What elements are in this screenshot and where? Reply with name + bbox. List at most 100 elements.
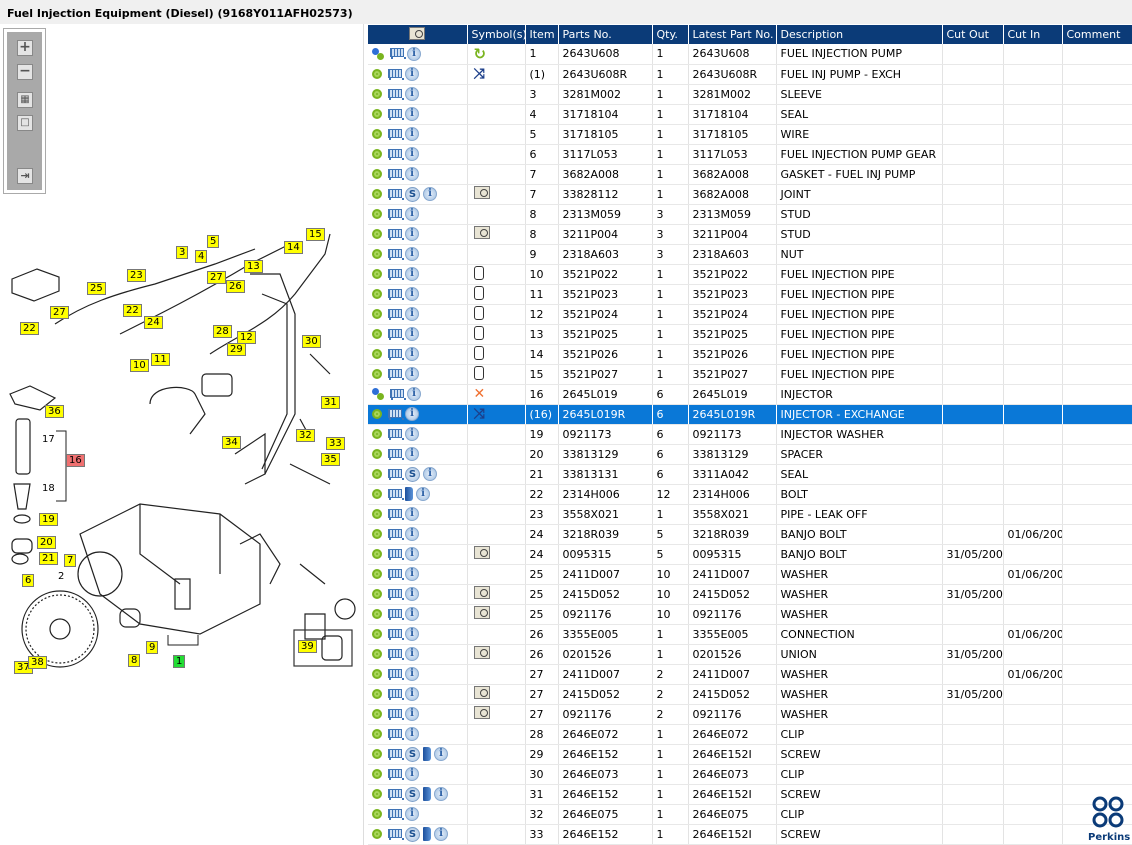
table-row[interactable]: i ↻ 1 2643U608 1 2643U608 FUEL INJECTION PUMP <box>368 44 1132 65</box>
table-row[interactable]: i272411D00722411D007WASHER01/06/2003 <box>368 664 1132 685</box>
shopping-cart-icon[interactable] <box>385 148 404 161</box>
callout-27[interactable]: 27 <box>50 306 69 319</box>
callout-28[interactable]: 28 <box>213 325 232 338</box>
callout-34[interactable]: 34 <box>222 436 241 449</box>
callout-31[interactable]: 31 <box>321 396 340 409</box>
shopping-cart-icon[interactable] <box>385 648 404 661</box>
column-header-cut-in[interactable]: Cut In <box>1003 25 1063 44</box>
book-search-icon[interactable] <box>473 706 490 719</box>
info-icon[interactable]: i <box>405 167 419 181</box>
manual-icon[interactable] <box>405 487 413 501</box>
shopping-cart-icon[interactable] <box>385 768 404 781</box>
book-search-icon[interactable] <box>473 686 490 699</box>
info-icon[interactable]: i <box>405 367 419 381</box>
callout-26[interactable]: 26 <box>226 280 245 293</box>
book-search-icon[interactable] <box>473 226 490 239</box>
callout-23[interactable]: 23 <box>127 269 146 282</box>
shopping-cart-icon[interactable] <box>385 108 404 121</box>
table-row[interactable]: i ⤨ (1) 2643U608R 1 2643U608R FUEL INJ PUMP - … <box>368 64 1132 85</box>
table-row[interactable]: i 8 2313M059 3 2313M059 STUD <box>368 204 1132 225</box>
info-icon[interactable]: i <box>405 307 419 321</box>
export-button[interactable]: ⇥ <box>17 168 33 184</box>
column-header-item[interactable]: Item <box>525 25 559 44</box>
column-header-comment[interactable]: Comment <box>1062 25 1132 44</box>
service-s-icon[interactable]: S <box>405 826 420 842</box>
table-row[interactable]: i 14 3521P026 1 3521P026 FUEL INJECTION PIPE <box>368 344 1132 365</box>
service-s-icon[interactable]: S <box>405 786 420 802</box>
callout-6[interactable]: 6 <box>22 574 35 587</box>
callout-39[interactable]: 39 <box>298 640 317 653</box>
callout-22[interactable]: 22 <box>123 304 142 317</box>
shopping-cart-icon[interactable] <box>385 828 404 841</box>
manual-icon[interactable] <box>423 747 431 761</box>
info-icon[interactable]: i <box>405 147 419 161</box>
shopping-cart-icon[interactable] <box>385 88 404 101</box>
callout-19[interactable]: 19 <box>39 513 58 526</box>
callout-3[interactable]: 3 <box>176 246 189 259</box>
shopping-cart-icon[interactable] <box>385 488 404 501</box>
table-row[interactable]: Si 31 2646E152 1 2646E152I SCREW <box>368 784 1132 805</box>
table-row[interactable]: i 10 3521P022 1 3521P022 FUEL INJECTION PIPE <box>368 264 1132 285</box>
shopping-cart-icon[interactable] <box>385 448 404 461</box>
shopping-cart-icon[interactable] <box>387 47 406 60</box>
callout-15[interactable]: 15 <box>306 228 325 241</box>
table-row[interactable]: Si 21 33813131 6 3311A042 SEAL <box>368 464 1132 485</box>
callout-24[interactable]: 24 <box>144 316 163 329</box>
table-row[interactable]: i 4 31718104 1 31718104 SEAL <box>368 104 1132 125</box>
book-search-icon[interactable] <box>473 646 490 659</box>
shopping-cart-icon[interactable] <box>387 388 406 401</box>
shopping-cart-icon[interactable] <box>385 288 404 301</box>
shopping-cart-icon[interactable] <box>385 368 404 381</box>
zoom-out-button[interactable]: − <box>17 64 33 80</box>
shopping-cart-icon[interactable] <box>385 708 404 721</box>
shopping-cart-icon[interactable] <box>385 548 404 561</box>
table-row[interactable]: i 15 3521P027 1 3521P027 FUEL INJECTION PIPE <box>368 364 1132 385</box>
info-icon[interactable]: i <box>405 587 419 601</box>
info-icon[interactable]: i <box>434 827 448 841</box>
info-icon[interactable]: i <box>405 807 419 821</box>
shopping-cart-icon[interactable] <box>385 748 404 761</box>
info-icon[interactable]: i <box>405 707 419 721</box>
info-icon[interactable]: i <box>416 487 430 501</box>
table-row[interactable]: i 30 2646E073 1 2646E073 CLIP <box>368 764 1132 785</box>
actual-size-button[interactable]: □ <box>17 115 33 131</box>
callout-16[interactable]: 16 <box>66 454 85 467</box>
table-row[interactable]: i 13 3521P025 1 3521P025 FUEL INJECTION PIPE <box>368 324 1132 345</box>
book-search-icon[interactable] <box>473 186 490 199</box>
table-row[interactable]: i263355E00513355E005CONNECTION01/06/2003 <box>368 624 1132 645</box>
info-icon[interactable]: i <box>405 647 419 661</box>
table-row[interactable]: i 28 2646E072 1 2646E072 CLIP <box>368 724 1132 745</box>
shopping-cart-icon[interactable] <box>385 528 404 541</box>
shopping-cart-icon[interactable] <box>385 788 404 801</box>
table-row[interactable]: i 20 33813129 6 33813129 SPACER <box>368 444 1132 465</box>
column-header-description[interactable]: Description <box>776 25 943 44</box>
shopping-cart-icon[interactable] <box>385 228 404 241</box>
callout-22[interactable]: 22 <box>20 322 39 335</box>
info-icon[interactable]: i <box>405 687 419 701</box>
manual-icon[interactable] <box>423 787 431 801</box>
table-row[interactable]: i 11 3521P023 1 3521P023 FUEL INJECTION PIPE <box>368 284 1132 305</box>
shopping-cart-icon[interactable] <box>385 348 404 361</box>
shopping-cart-icon[interactable] <box>385 568 404 581</box>
shopping-cart-icon[interactable] <box>385 468 404 481</box>
info-icon[interactable]: i <box>405 407 419 421</box>
column-header-qty[interactable]: Qty. <box>652 25 689 44</box>
table-row[interactable]: i 3 3281M002 1 3281M002 SLEEVE <box>368 84 1132 105</box>
table-row[interactable]: i 7 3682A008 1 3682A008 GASKET - FUEL INJ PUM… <box>368 164 1132 185</box>
info-icon[interactable]: i <box>405 347 419 361</box>
column-header-latest-part-no[interactable]: Latest Part No. <box>688 25 777 44</box>
column-header-cut-out[interactable]: Cut Out <box>942 25 1004 44</box>
info-icon[interactable]: i <box>405 67 419 81</box>
table-row[interactable]: Si 33 2646E152 1 2646E152I SCREW <box>368 824 1132 845</box>
info-icon[interactable]: i <box>423 187 437 201</box>
info-icon[interactable]: i <box>405 207 419 221</box>
table-row[interactable]: i24009531550095315BANJO BOLT31/05/2003 <box>368 544 1132 565</box>
info-icon[interactable]: i <box>434 787 448 801</box>
callout-4[interactable]: 4 <box>195 250 208 263</box>
table-row[interactable]: Si 7 33828112 1 3682A008 JOINT <box>368 184 1132 205</box>
table-row[interactable]: i 25 0921176 10 0921176 WASHER <box>368 604 1132 625</box>
callout-9[interactable]: 9 <box>146 641 159 654</box>
info-icon[interactable]: i <box>434 747 448 761</box>
callout-25[interactable]: 25 <box>87 282 106 295</box>
info-icon[interactable]: i <box>405 667 419 681</box>
